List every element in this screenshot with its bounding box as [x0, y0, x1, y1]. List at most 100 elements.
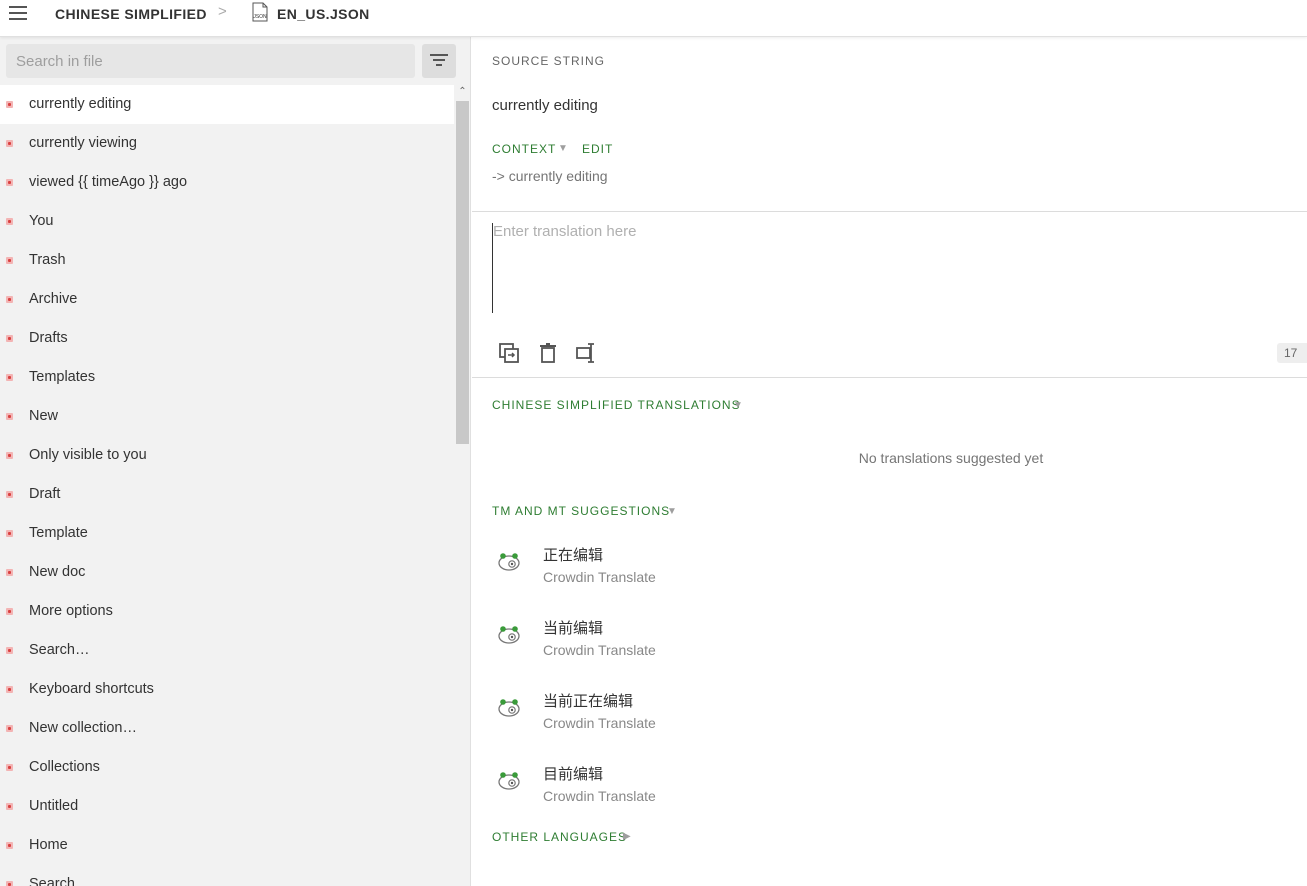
context-toggle[interactable]: CONTEXT [492, 142, 556, 156]
other-languages-expand-icon[interactable]: ▶ [623, 831, 631, 842]
string-list-item-label: viewed {{ timeAgo }} ago [29, 174, 188, 190]
string-list-item[interactable]: Template [0, 514, 454, 553]
string-list-item-label: New collection… [29, 720, 137, 736]
untranslated-status-icon [6, 842, 13, 849]
string-list-item-label: Home [29, 837, 68, 853]
char-count-badge: 17 [1277, 343, 1307, 363]
string-list-item[interactable]: currently viewing [0, 124, 454, 163]
untranslated-status-icon [6, 686, 13, 693]
untranslated-status-icon [6, 101, 13, 108]
suggestion-text: 当前编辑 [543, 620, 604, 637]
suggestions-section-toggle[interactable]: TM AND MT SUGGESTIONS [492, 504, 670, 518]
suggestion-source: Crowdin Translate [543, 569, 656, 585]
untranslated-status-icon [6, 452, 13, 459]
string-list-item[interactable]: Trash [0, 241, 454, 280]
filter-icon [430, 54, 448, 66]
suggestion-source: Crowdin Translate [543, 788, 656, 804]
context-dropdown-icon[interactable]: ▼ [558, 143, 568, 154]
suggestion-text: 当前正在编辑 [543, 693, 634, 710]
copy-source-icon[interactable] [498, 342, 520, 364]
string-list-item[interactable]: Home [0, 826, 454, 865]
string-list-item-label: Templates [29, 369, 96, 385]
trash-icon[interactable] [537, 342, 559, 364]
suggestion-item[interactable]: 正在编辑 Crowdin Translate [492, 544, 1092, 596]
split-icon[interactable] [576, 342, 598, 364]
untranslated-status-icon [6, 140, 13, 147]
scrollbar[interactable]: ⌃ [454, 85, 470, 886]
context-text: -> currently editing [492, 168, 608, 184]
search-input[interactable] [6, 44, 415, 78]
string-list-item-label: Archive [29, 291, 78, 307]
untranslated-status-icon [6, 608, 13, 615]
source-string-label: SOURCE STRING [492, 54, 606, 68]
string-list-item[interactable]: New collection… [0, 709, 454, 748]
string-list-item[interactable]: Archive [0, 280, 454, 319]
no-translations-note: No translations suggested yet [858, 450, 1044, 466]
string-list-item[interactable]: Keyboard shortcuts [0, 670, 454, 709]
string-list-item[interactable]: New doc [0, 553, 454, 592]
untranslated-status-icon [6, 296, 13, 303]
suggestion-text: 正在编辑 [543, 547, 604, 564]
scrollbar-thumb[interactable] [456, 101, 469, 444]
scroll-up-arrow-icon[interactable]: ⌃ [454, 85, 470, 99]
untranslated-status-icon [6, 647, 13, 654]
crowdin-translate-icon [498, 699, 520, 717]
string-list-item[interactable]: Search [0, 865, 454, 886]
string-list-item-label: currently editing [29, 96, 132, 112]
json-file-icon: JSON [252, 2, 268, 22]
editor-panel: SOURCE STRING currently editing CONTEXT … [472, 37, 1307, 886]
translations-section-toggle[interactable]: CHINESE SIMPLIFIED TRANSLATIONS [492, 398, 741, 412]
string-list-item[interactable]: viewed {{ timeAgo }} ago [0, 163, 454, 202]
string-list-item[interactable]: Templates [0, 358, 454, 397]
string-list-item[interactable]: Draft [0, 475, 454, 514]
filter-button[interactable] [422, 44, 456, 78]
untranslated-status-icon [6, 413, 13, 420]
suggestion-source: Crowdin Translate [543, 715, 656, 731]
string-list-item-label: Draft [29, 486, 61, 502]
string-list: currently editing currently viewing viewed… [0, 85, 454, 886]
suggestion-item[interactable]: 目前编辑 Crowdin Translate [492, 763, 1092, 815]
breadcrumb-file[interactable]: EN_US.JSON [277, 6, 370, 22]
suggestion-item[interactable]: 当前正在编辑 Crowdin Translate [492, 690, 1092, 742]
top-bar: CHINESE SIMPLIFIED > JSON EN_US.JSON [0, 0, 1307, 37]
string-list-item-label: New doc [29, 564, 86, 580]
string-list-item-label: More options [29, 603, 113, 619]
edit-context-link[interactable]: EDIT [582, 142, 613, 156]
divider [472, 377, 1307, 378]
breadcrumb-language[interactable]: CHINESE SIMPLIFIED [55, 6, 207, 22]
string-list-item-label: Only visible to you [29, 447, 147, 463]
translation-input[interactable] [492, 223, 1273, 313]
untranslated-status-icon [6, 569, 13, 576]
hamburger-icon[interactable] [9, 6, 27, 20]
string-list-item[interactable]: New [0, 397, 454, 436]
string-list-item[interactable]: Untitled [0, 787, 454, 826]
untranslated-status-icon [6, 374, 13, 381]
untranslated-status-icon [6, 491, 13, 498]
untranslated-status-icon [6, 881, 13, 886]
string-list-item-label: Trash [29, 252, 66, 268]
string-list-item[interactable]: Drafts [0, 319, 454, 358]
suggestion-item[interactable]: 当前编辑 Crowdin Translate [492, 617, 1092, 669]
string-list-item[interactable]: More options [0, 592, 454, 631]
string-list-item[interactable]: You [0, 202, 454, 241]
string-list-item[interactable]: Only visible to you [0, 436, 454, 475]
crowdin-translate-icon [498, 626, 520, 644]
suggestions-dropdown-icon[interactable]: ▼ [667, 506, 677, 517]
divider [472, 211, 1307, 212]
crowdin-translate-icon [498, 772, 520, 790]
string-list-item-label: Search… [29, 642, 90, 658]
string-list-item[interactable]: Search… [0, 631, 454, 670]
string-list-item-label: New [29, 408, 59, 424]
suggestion-source: Crowdin Translate [543, 642, 656, 658]
string-list-item-label: Keyboard shortcuts [29, 681, 154, 697]
untranslated-status-icon [6, 335, 13, 342]
string-list-item-label: You [29, 213, 54, 229]
string-list-item-label: Drafts [29, 330, 68, 346]
string-list-item[interactable]: currently editing [0, 85, 454, 124]
string-list-item[interactable]: Collections [0, 748, 454, 787]
string-list-item-label: Search [29, 876, 75, 886]
untranslated-status-icon [6, 179, 13, 186]
translations-dropdown-icon[interactable]: ▼ [733, 400, 743, 411]
string-list-item-label: Template [29, 525, 88, 541]
other-languages-toggle[interactable]: OTHER LANGUAGES [492, 830, 627, 844]
